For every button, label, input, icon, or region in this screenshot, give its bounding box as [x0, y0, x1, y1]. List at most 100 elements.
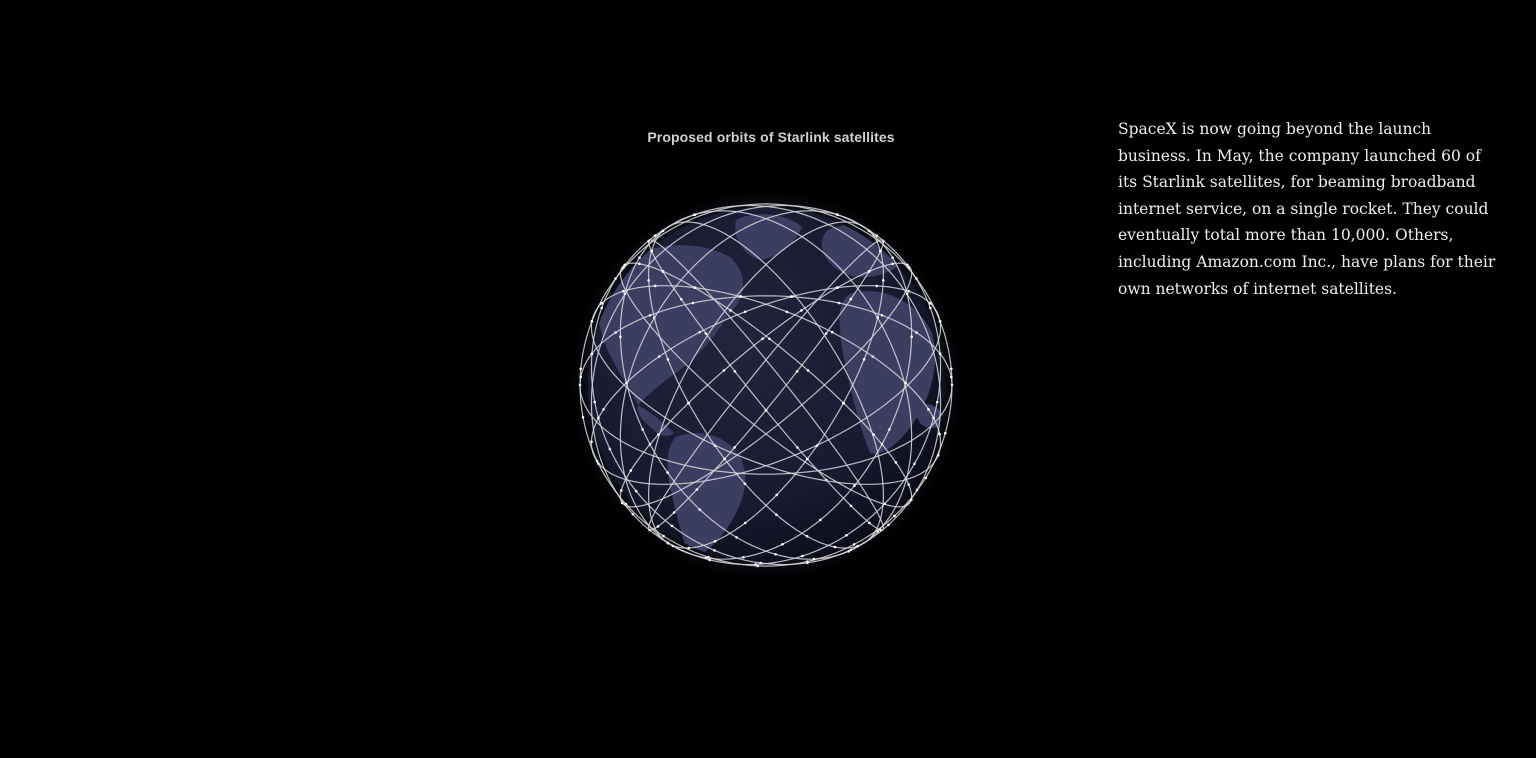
satellite-dot [739, 295, 743, 298]
satellite-dot [882, 279, 885, 282]
satellite-dot [590, 440, 593, 444]
satellite-dot [764, 409, 768, 412]
satellite-dot [693, 213, 696, 217]
satellite-dot [775, 493, 778, 497]
satellite-dot [847, 550, 851, 553]
satellite-dot [590, 320, 594, 323]
satellite-dot [708, 558, 711, 562]
satellite-dot [597, 416, 600, 420]
satellite-dot [761, 337, 764, 340]
satellite-dot [938, 320, 942, 323]
satellite-dot [795, 370, 799, 373]
satellite-dot [687, 546, 691, 550]
satellite-dot [915, 331, 918, 334]
satellite-dot [722, 369, 726, 372]
satellite-dot [880, 443, 884, 446]
satellite-dot [691, 301, 695, 305]
satellite-dot [672, 511, 676, 514]
satellite-dot [875, 284, 879, 288]
satellite-dot [879, 528, 882, 532]
satellite-dot [815, 444, 819, 447]
satellite-dot [849, 504, 853, 508]
satellite-dot [729, 309, 732, 312]
satellite-dot [614, 331, 617, 334]
satellite-dot [806, 457, 809, 461]
satellite-dot [656, 525, 660, 528]
satellite-dot [800, 309, 803, 312]
satellite-dot [733, 370, 737, 373]
satellite-dot [623, 263, 627, 267]
satellite-dot [648, 314, 652, 317]
satellite-dot [661, 270, 665, 273]
satellite-dot [856, 544, 859, 548]
satellite-dot [733, 446, 736, 449]
satellite-dot [774, 553, 777, 556]
satellite-dot [608, 447, 612, 451]
satellite-dot [871, 355, 875, 358]
satellite-dot [891, 262, 894, 266]
satellite-dot [888, 428, 891, 431]
satellite-dot [883, 502, 887, 506]
satellite-dot [579, 367, 582, 371]
satellite-dot [641, 428, 644, 431]
satellite-dot [836, 286, 839, 289]
satellite-dot [662, 534, 665, 538]
satellite-dot [679, 297, 683, 301]
satellite-dot [862, 358, 866, 361]
satellite-dot [693, 286, 697, 289]
satellite-dot [852, 543, 856, 546]
satellite-dot [687, 401, 690, 405]
satellite-dot [619, 335, 622, 338]
satellite-dot [831, 330, 834, 334]
satellite-dot [661, 229, 664, 233]
satellite-dot [876, 530, 879, 533]
starlink-globe[interactable] [540, 165, 1000, 615]
satellite-dot [581, 416, 585, 419]
satellite-dot [650, 250, 653, 253]
satellite-dot [913, 462, 916, 466]
satellite-dot [944, 431, 947, 435]
satellite-dot [622, 289, 625, 293]
satellite-dot [842, 401, 845, 405]
satellite-dot [666, 541, 669, 544]
satellite-dot [824, 332, 828, 335]
satellite-dot [735, 536, 738, 539]
satellite-dot [756, 564, 759, 568]
satellite-dot [768, 337, 771, 340]
satellite-dot [893, 514, 896, 518]
satellite-dot [653, 284, 657, 288]
satellite-dot [924, 476, 927, 480]
satellite-dot [754, 563, 757, 566]
satellite-dot [801, 554, 804, 558]
satellite-dot [602, 408, 605, 411]
satellite-dot [907, 289, 910, 293]
satellite-dot [872, 433, 875, 436]
satellite-dot [579, 375, 582, 379]
satellite-dot [629, 469, 633, 472]
satellite-dot [578, 383, 582, 387]
interactive-page: Proposed orbits of Starlink satellites S… [0, 0, 1536, 758]
earth-globe-icon[interactable] [540, 165, 1000, 615]
satellite-dot [666, 358, 670, 361]
satellite-dot [853, 484, 856, 488]
satellite-dot [904, 381, 907, 385]
satellite-dot [806, 369, 810, 372]
satellite-dot [713, 539, 717, 543]
satellite-dot [910, 335, 913, 338]
satellite-dot [950, 375, 953, 379]
figure-title: Proposed orbits of Starlink satellites [647, 129, 895, 145]
satellite-dot [695, 488, 699, 491]
satellite-dot [634, 489, 638, 493]
satellite-dot [938, 352, 942, 356]
narrative-paragraph: SpaceX is now going beyond the launch bu… [1118, 120, 1496, 298]
satellite-dot [657, 355, 661, 358]
satellite-dot [891, 256, 894, 259]
satellite-dot [936, 454, 940, 457]
satellite-dot [638, 256, 641, 259]
satellite-dot [868, 269, 871, 273]
satellite-dot [806, 561, 809, 565]
satellite-dot [647, 279, 650, 282]
satellite-dot [743, 521, 747, 525]
satellite-dot [790, 295, 794, 298]
satellite-dot [915, 488, 919, 492]
